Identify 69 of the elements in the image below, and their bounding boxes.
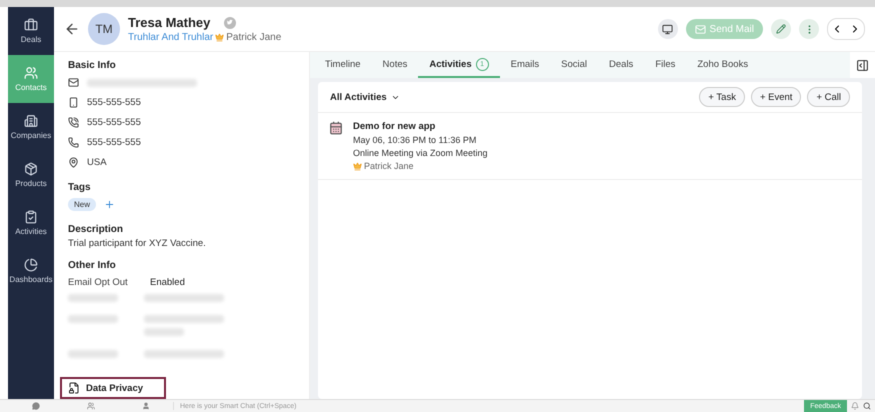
avatar: TM [88, 13, 120, 45]
briefcase-icon [24, 18, 38, 32]
activity-detail: Online Meeting via Zoom Meeting [353, 148, 488, 158]
building-icon [24, 114, 38, 128]
phone-icon [68, 97, 79, 108]
field-value: 555-555-555 [87, 117, 141, 128]
contact-name: Tresa Mathey [128, 15, 210, 30]
tab[interactable]: Timeline [314, 52, 372, 78]
monitor-icon [662, 24, 674, 34]
add-button[interactable]: + Task [699, 87, 745, 107]
data-privacy-link[interactable]: Data Privacy [60, 377, 166, 399]
back-icon[interactable] [64, 21, 80, 37]
activity-title[interactable]: Demo for new app [353, 121, 488, 132]
crown-icon [353, 162, 362, 170]
section-title: Basic Info [68, 60, 117, 71]
mail-icon [694, 24, 706, 34]
section-title: Other Info [68, 260, 117, 271]
bell-icon[interactable] [851, 402, 859, 410]
people-icon [24, 66, 38, 80]
field-value: 555-555-555 [87, 137, 141, 148]
nav-item[interactable]: Deals [8, 7, 54, 55]
screen-button[interactable] [658, 19, 678, 39]
company-link[interactable]: Truhlar And Truhlar [128, 32, 214, 43]
tab[interactable]: Deals [598, 52, 644, 78]
search-icon[interactable] [863, 402, 871, 410]
clipboard-icon [24, 210, 38, 224]
section-title: Tags [68, 182, 92, 193]
field-label: Email Opt Out [68, 277, 129, 288]
blurred-text [68, 315, 118, 323]
field-value: USA [87, 157, 107, 168]
activity-time: May 06, 10:36 PM to 11:36 PM [353, 135, 478, 145]
owner-name: Patrick Jane [226, 32, 282, 43]
add-button[interactable]: + Event [750, 87, 802, 107]
section-title: Description [68, 224, 124, 235]
tab[interactable]: Social [550, 52, 598, 78]
file-lock-icon [68, 382, 80, 394]
description-text: Trial participant for XYZ Vaccine. [68, 238, 207, 249]
pie-chart-icon [24, 258, 38, 272]
tab[interactable]: Notes [372, 52, 418, 78]
owner-name: Patrick Jane [364, 161, 414, 171]
chat-icon[interactable] [32, 402, 40, 410]
add-icon[interactable] [104, 199, 116, 210]
user-icon[interactable] [142, 402, 150, 410]
nav-item[interactable]: Dashboards [8, 247, 54, 295]
calendar-icon [329, 121, 343, 135]
blurred-text [144, 328, 184, 336]
nav-item[interactable]: Companies [8, 103, 54, 151]
phone-icon [68, 137, 79, 148]
box-icon [24, 162, 38, 176]
location-icon [68, 157, 79, 168]
field-value: Enabled [150, 277, 185, 288]
nav-item[interactable]: Products [8, 151, 54, 199]
blurred-text [68, 294, 118, 302]
people-icon[interactable] [86, 402, 94, 410]
mail-icon [68, 77, 79, 88]
phone-icon [68, 117, 79, 128]
add-button[interactable]: + Call [807, 87, 850, 107]
nav-item[interactable]: Activities [8, 199, 54, 247]
edit-button[interactable] [771, 19, 791, 39]
tab[interactable]: Files [644, 52, 686, 78]
pencil-icon [776, 24, 786, 34]
filter-dropdown[interactable]: All Activities [330, 92, 400, 102]
tab[interactable]: Zoho Books [686, 52, 760, 78]
panel-icon[interactable] [856, 58, 869, 72]
crown-icon [215, 33, 224, 42]
tag[interactable]: New [68, 198, 96, 211]
tab[interactable]: Emails [500, 52, 550, 78]
field-value: 555-555-555 [87, 97, 141, 108]
blurred-text [68, 350, 118, 358]
